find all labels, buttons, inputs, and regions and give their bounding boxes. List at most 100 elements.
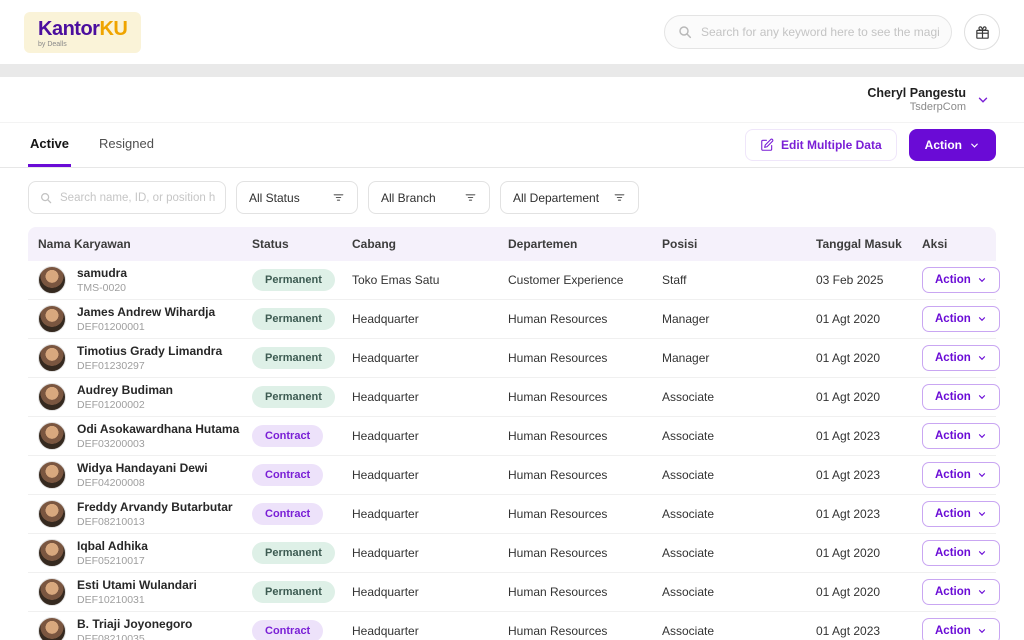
tanggal-masuk-cell: 03 Feb 2025 <box>806 273 912 287</box>
departement-filter-dropdown[interactable]: All Departement <box>500 181 639 214</box>
employee-cell: Timotius Grady Limandra DEF01230297 <box>28 344 242 372</box>
departemen-cell: Human Resources <box>498 507 652 521</box>
cabang-cell: Headquarter <box>342 429 498 443</box>
chevron-down-icon <box>977 431 987 441</box>
employee-cell: Odi Asokawardhana Hutama DEF03200003 <box>28 422 242 450</box>
posisi-cell: Manager <box>652 312 806 326</box>
departemen-cell: Human Resources <box>498 351 652 365</box>
cabang-cell: Headquarter <box>342 390 498 404</box>
status-cell: Contract <box>242 503 342 525</box>
profile-text: Cheryl Pangestu TsderpCom <box>867 86 966 113</box>
global-search[interactable] <box>664 15 952 49</box>
tanggal-masuk-cell: 01 Agt 2020 <box>806 585 912 599</box>
employee-cell: samudra TMS-0020 <box>28 266 242 294</box>
gift-button[interactable] <box>964 14 1000 50</box>
row-action-button[interactable]: Action <box>922 618 1000 640</box>
departemen-cell: Human Resources <box>498 429 652 443</box>
aksi-cell: Action <box>912 501 1000 527</box>
column-header-status: Status <box>242 237 342 251</box>
table-row: Iqbal Adhika DEF05210017 Permanent Headq… <box>28 534 996 573</box>
row-action-button[interactable]: Action <box>922 423 1000 449</box>
avatar <box>38 383 66 411</box>
column-header-aksi: Aksi <box>912 237 996 251</box>
avatar <box>38 617 66 640</box>
avatar <box>38 266 66 294</box>
aksi-cell: Action <box>912 579 1000 605</box>
status-filter-dropdown[interactable]: All Status <box>236 181 358 214</box>
row-action-button[interactable]: Action <box>922 540 1000 566</box>
tanggal-masuk-cell: 01 Agt 2023 <box>806 624 912 638</box>
row-action-button[interactable]: Action <box>922 267 1000 293</box>
status-badge: Contract <box>252 503 323 525</box>
tanggal-masuk-cell: 01 Agt 2020 <box>806 312 912 326</box>
cabang-cell: Headquarter <box>342 312 498 326</box>
status-cell: Permanent <box>242 269 342 291</box>
global-search-input[interactable] <box>701 25 939 39</box>
employee-id: TMS-0020 <box>77 282 127 294</box>
employee-name: Freddy Arvandy Butarbutar <box>77 500 233 514</box>
table-row: Timotius Grady Limandra DEF01230297 Perm… <box>28 339 996 378</box>
tabs-row: Active Resigned Edit Multiple Data Actio… <box>0 123 1024 168</box>
avatar <box>38 500 66 528</box>
employee-cell: Widya Handayani Dewi DEF04200008 <box>28 461 242 489</box>
chevron-down-icon <box>977 626 987 636</box>
status-badge: Contract <box>252 620 323 640</box>
avatar <box>38 344 66 372</box>
avatar <box>38 305 66 333</box>
employee-name: Audrey Budiman <box>77 383 173 397</box>
profile-menu[interactable]: Cheryl Pangestu TsderpCom <box>867 86 990 113</box>
status-badge: Permanent <box>252 581 335 603</box>
avatar <box>38 539 66 567</box>
column-header-nama-karyawan: Nama Karyawan <box>28 237 242 251</box>
status-cell: Contract <box>242 464 342 486</box>
table-row: James Andrew Wihardja DEF01200001 Perman… <box>28 300 996 339</box>
chevron-down-icon <box>977 509 987 519</box>
toolbar-actions: Edit Multiple Data Action <box>745 129 996 161</box>
profile-bar: Cheryl Pangestu TsderpCom <box>0 77 1024 123</box>
row-action-button[interactable]: Action <box>922 579 1000 605</box>
cabang-cell: Headquarter <box>342 351 498 365</box>
row-action-button[interactable]: Action <box>922 306 1000 332</box>
employee-name: Widya Handayani Dewi <box>77 461 208 475</box>
logo-byline: by Dealls <box>38 41 127 48</box>
action-button[interactable]: Action <box>909 129 996 161</box>
tabs: Active Resigned <box>28 123 156 167</box>
employee-name: James Andrew Wihardja <box>77 305 215 319</box>
chevron-down-icon <box>977 470 987 480</box>
row-action-label: Action <box>935 508 971 520</box>
aksi-cell: Action <box>912 618 1000 640</box>
topbar: KantorKU by Dealls <box>0 0 1024 64</box>
tanggal-masuk-cell: 01 Agt 2020 <box>806 351 912 365</box>
posisi-cell: Manager <box>652 351 806 365</box>
logo-wordmark: KantorKU <box>38 19 127 39</box>
employee-id: DEF01200002 <box>77 399 173 411</box>
aksi-cell: Action <box>912 267 1000 293</box>
table-search[interactable] <box>28 181 226 214</box>
tab-resigned[interactable]: Resigned <box>97 123 156 167</box>
row-action-button[interactable]: Action <box>922 384 1000 410</box>
aksi-cell: Action <box>912 462 1000 488</box>
employee-name: Esti Utami Wulandari <box>77 578 197 592</box>
tab-active[interactable]: Active <box>28 123 71 167</box>
profile-company: TsderpCom <box>867 101 966 113</box>
tanggal-masuk-cell: 01 Agt 2020 <box>806 546 912 560</box>
filter-icon <box>332 191 345 204</box>
row-action-button[interactable]: Action <box>922 501 1000 527</box>
departemen-cell: Customer Experience <box>498 273 652 287</box>
row-action-button[interactable]: Action <box>922 345 1000 371</box>
employee-id: DEF01230297 <box>77 360 222 372</box>
filter-icon <box>464 191 477 204</box>
edit-multiple-data-button[interactable]: Edit Multiple Data <box>745 129 897 161</box>
posisi-cell: Associate <box>652 624 806 638</box>
chevron-down-icon <box>977 314 987 324</box>
branch-filter-dropdown[interactable]: All Branch <box>368 181 490 214</box>
chevron-down-icon <box>977 353 987 363</box>
employee-cell: James Andrew Wihardja DEF01200001 <box>28 305 242 333</box>
avatar <box>38 461 66 489</box>
row-action-button[interactable]: Action <box>922 462 1000 488</box>
departement-filter-label: All Departement <box>513 191 599 205</box>
row-action-label: Action <box>935 586 971 598</box>
status-cell: Permanent <box>242 386 342 408</box>
table-search-input[interactable] <box>60 192 215 204</box>
employee-cell: Freddy Arvandy Butarbutar DEF08210013 <box>28 500 242 528</box>
